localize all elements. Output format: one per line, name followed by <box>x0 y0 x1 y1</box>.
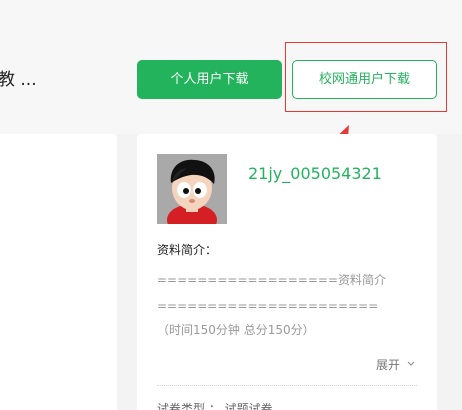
partial-bottom-text: 试卷类型 ： 试题试卷 <box>157 402 273 410</box>
profile-divider <box>157 385 417 386</box>
expand-label: 展开 <box>376 358 401 372</box>
chevron-down-icon <box>407 361 415 366</box>
cartoon-boy-avatar-icon <box>157 154 227 224</box>
document-title-fragment: 教 ... <box>0 70 37 90</box>
download-page: 教 ... 个人用户下载 校网通用户下载 21jy_005054321 资料简介… <box>0 0 462 410</box>
expand-button[interactable]: 展开 <box>376 356 415 374</box>
personal-download-button[interactable]: 个人用户下载 <box>137 60 282 99</box>
profile-intro-line: （时间150分钟 总分150分） <box>157 323 315 337</box>
uploader-username-link[interactable]: 21jy_005054321 <box>248 163 382 185</box>
avatar <box>157 154 227 224</box>
profile-intro-line: ==================资料简介 <box>157 273 386 287</box>
left-content-card <box>0 134 117 410</box>
profile-intro-label: 资料简介： <box>157 243 218 257</box>
red-highlight-box <box>285 42 447 112</box>
profile-intro-line: ====================== <box>157 299 379 313</box>
